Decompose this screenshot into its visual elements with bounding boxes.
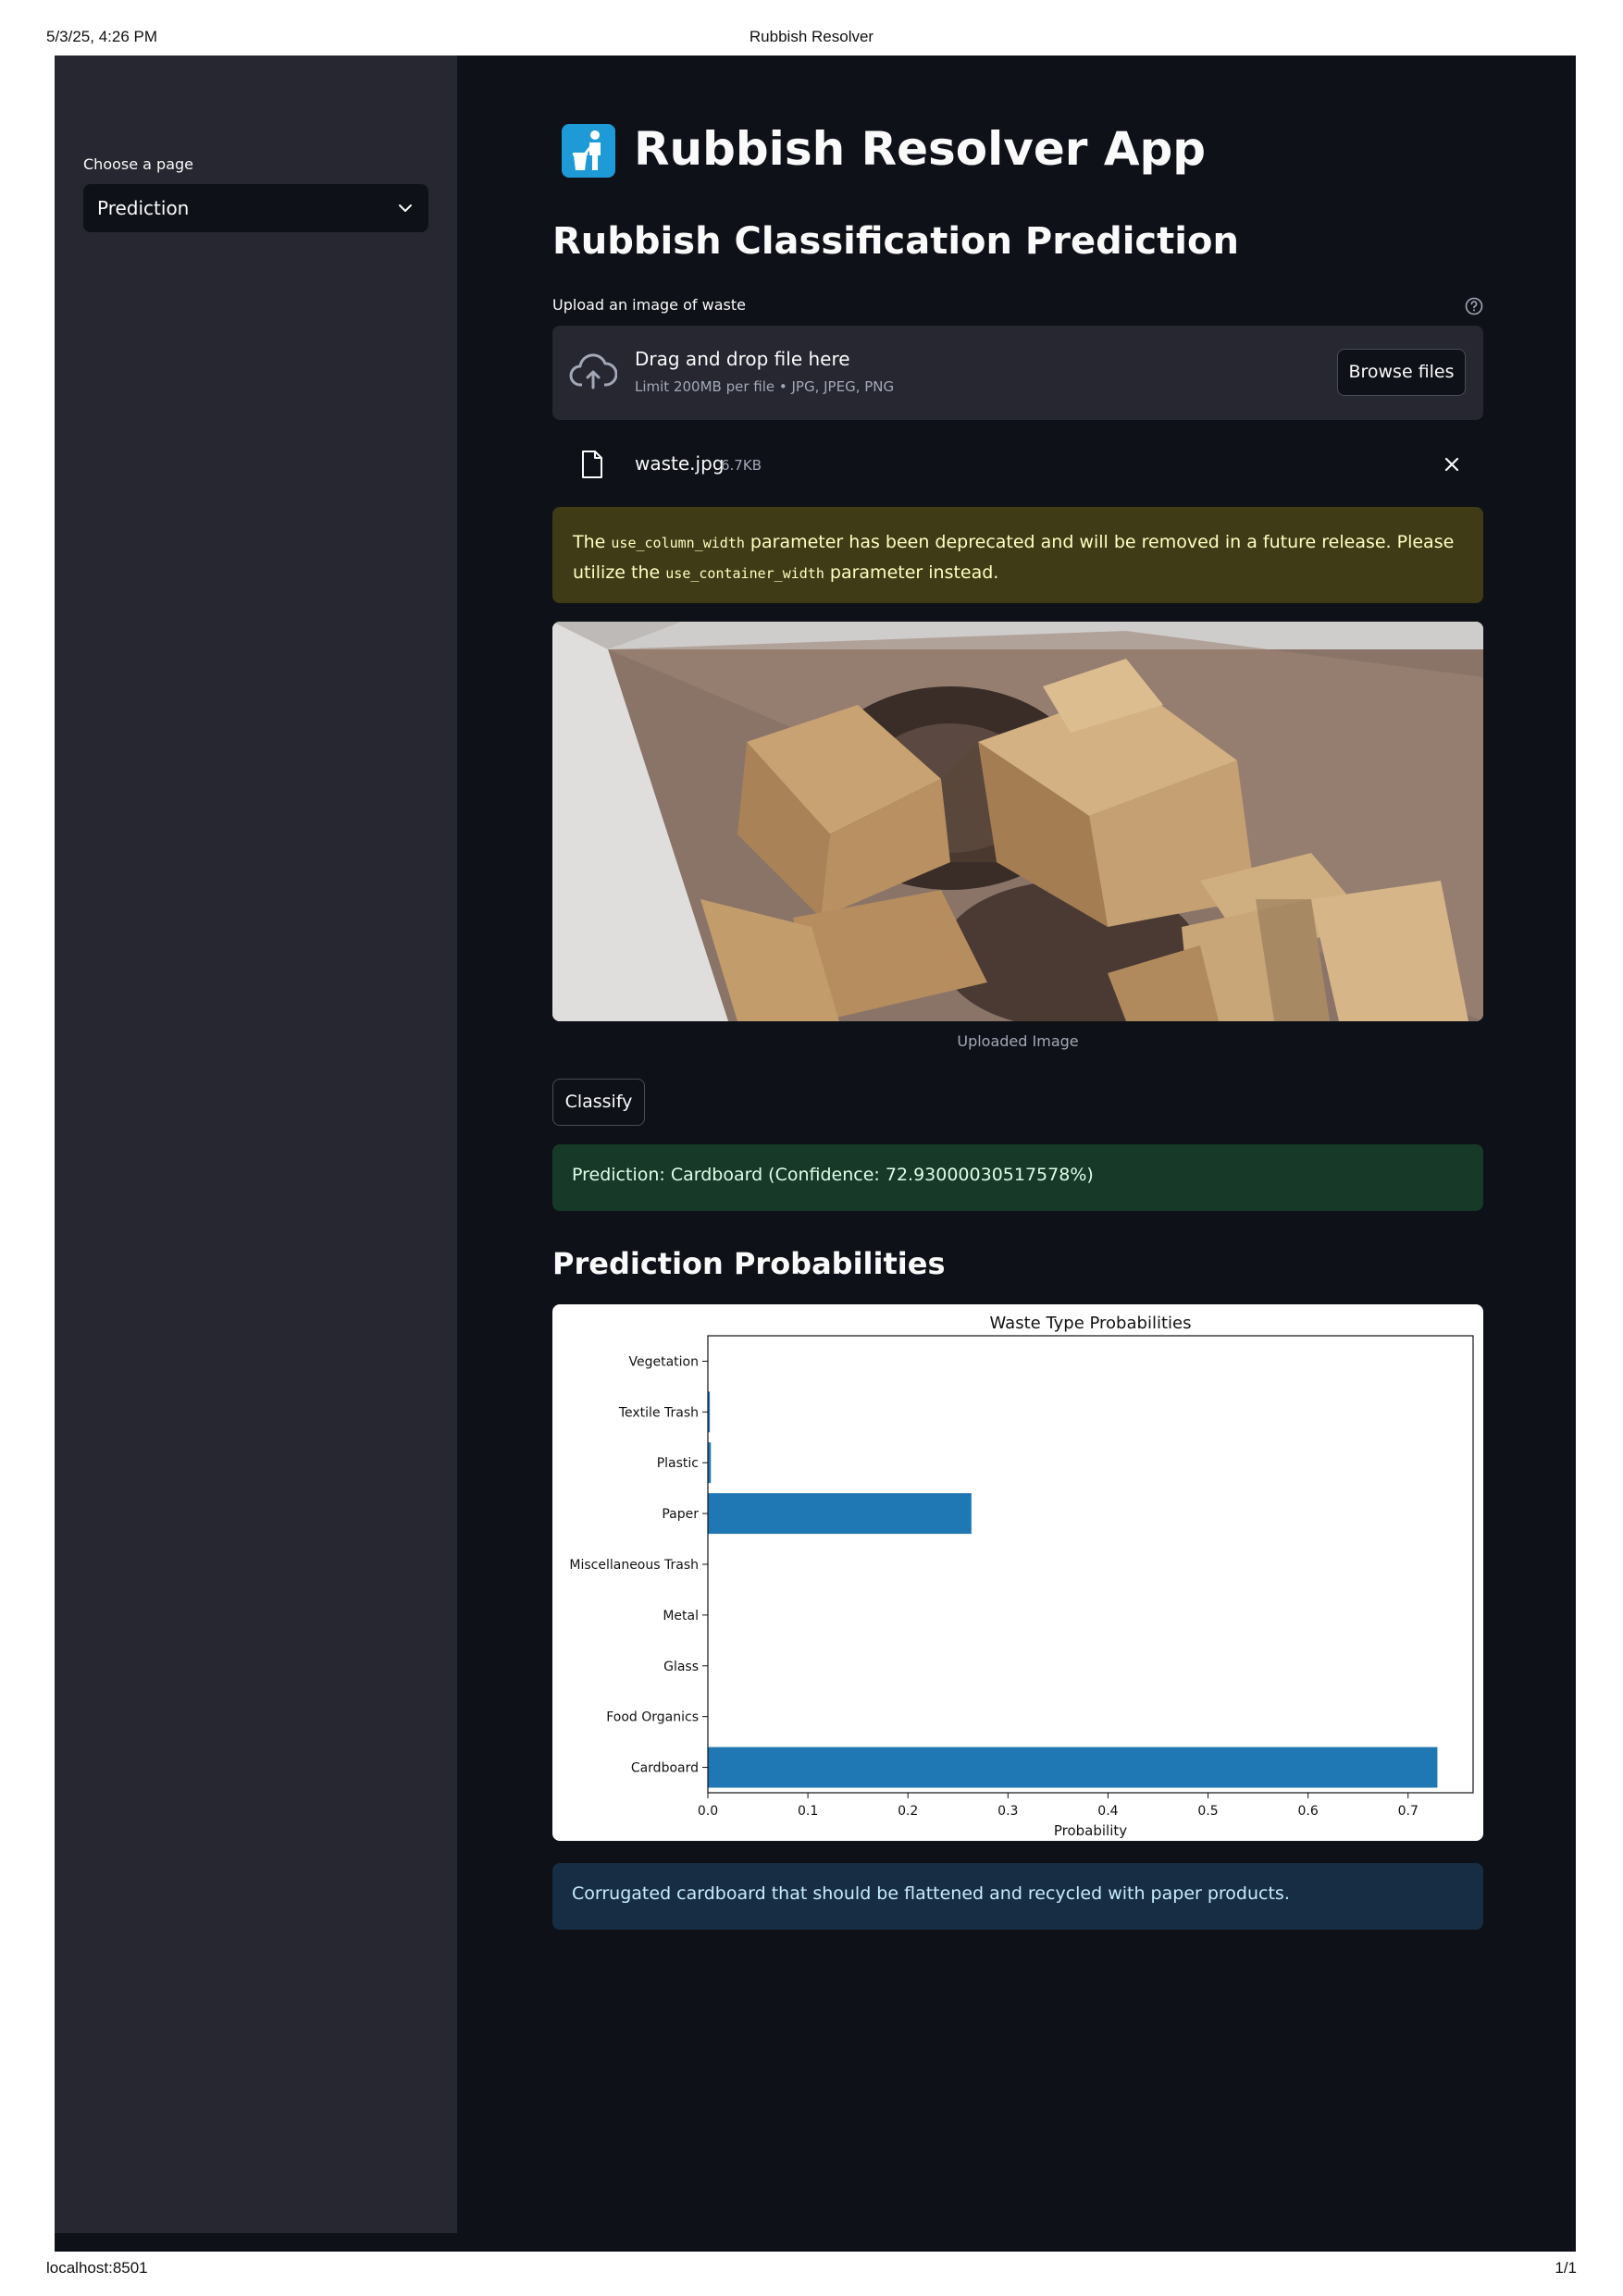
- y-tick-label: Cardboard: [631, 1761, 699, 1776]
- x-tick-label: 0.2: [898, 1804, 918, 1819]
- help-icon[interactable]: [1464, 296, 1484, 316]
- uploaded-file-row: waste.jpg 6.7KB: [552, 438, 1483, 490]
- dropzone-limit-text: Limit 200MB per file • JPG, JPEG, PNG: [635, 378, 895, 395]
- y-tick-label: Paper: [662, 1507, 699, 1522]
- probability-chart-svg: Waste Type Probabilities Cardboard Food Or…: [569, 1314, 1474, 1839]
- page-select[interactable]: Prediction: [83, 184, 428, 232]
- y-tick-label: Glass: [663, 1660, 699, 1674]
- print-url: localhost:8501: [46, 2259, 148, 2277]
- app-title: Rubbish Resolver App: [634, 122, 1207, 176]
- y-tick-label: Vegetation: [629, 1354, 700, 1369]
- x-axis-label: Probability: [1054, 1822, 1127, 1839]
- probability-chart: Waste Type Probabilities Cardboard Food Or…: [552, 1304, 1483, 1841]
- app-window: Choose a page Prediction Rubbish Resolve…: [55, 56, 1576, 2252]
- code-use-column-width: use_column_width: [611, 535, 745, 551]
- uploaded-file-size: 6.7KB: [721, 457, 762, 474]
- code-use-container-width: use_container_width: [665, 565, 824, 582]
- image-caption: Uploaded Image: [957, 1032, 1079, 1050]
- y-tick-label: Plastic: [657, 1456, 699, 1471]
- print-page-number: 1/1: [1555, 2259, 1577, 2277]
- plot-frame: [707, 1335, 1474, 1794]
- cloud-upload-icon: [569, 353, 617, 389]
- page-select-value: Prediction: [97, 197, 190, 219]
- browse-files-button[interactable]: Browse files: [1337, 349, 1466, 396]
- uploaded-image: [552, 622, 1483, 1021]
- x-tick-label: 0.4: [1097, 1804, 1118, 1819]
- app-title-row: Rubbish Resolver App: [562, 120, 1394, 179]
- dropzone-instructions: Drag and drop file here: [635, 348, 850, 370]
- x-tick-label: 0.7: [1398, 1804, 1419, 1819]
- x-tick-label: 0.5: [1197, 1804, 1218, 1819]
- chart-bar: [708, 1493, 972, 1535]
- uploaded-file-name: waste.jpg: [635, 452, 725, 475]
- uploader-label: Upload an image of waste: [552, 296, 746, 314]
- page-subtitle: Rubbish Classification Prediction: [552, 220, 1239, 263]
- classify-button[interactable]: Classify: [552, 1079, 645, 1126]
- close-icon[interactable]: [1443, 455, 1461, 474]
- classification-info: Corrugated cardboard that should be flat…: [552, 1863, 1483, 1930]
- x-tick-label: 0.1: [798, 1804, 818, 1819]
- print-header: 5/3/25, 4:26 PM Rubbish Resolver: [46, 28, 1577, 50]
- page-select-label: Choose a page: [83, 155, 194, 173]
- x-tick-label: 0.0: [698, 1804, 718, 1819]
- deprecation-warning: The use_column_width parameter has been …: [552, 507, 1483, 603]
- x-tick-label: 0.6: [1297, 1804, 1318, 1819]
- x-tick-label: 0.3: [997, 1804, 1018, 1819]
- y-tick-label: Food Organics: [606, 1710, 699, 1725]
- print-footer: localhost:8501 1/1: [46, 2259, 1577, 2281]
- y-tick-label: Textile Trash: [618, 1405, 699, 1420]
- y-tick-label: Miscellaneous Trash: [569, 1558, 699, 1573]
- chart-bar: [708, 1747, 1438, 1788]
- probabilities-heading: Prediction Probabilities: [552, 1246, 946, 1281]
- sidebar: Choose a page Prediction: [55, 56, 457, 2233]
- file-icon: [582, 451, 602, 478]
- chart-title: Waste Type Probabilities: [990, 1314, 1192, 1333]
- put-litter-in-bin-icon: [562, 124, 615, 178]
- y-tick-label: Metal: [663, 1609, 699, 1623]
- chevron-down-icon: [399, 204, 412, 212]
- file-dropzone[interactable]: Drag and drop file here Limit 200MB per …: [552, 326, 1483, 420]
- prediction-alert: Prediction: Cardboard (Confidence: 72.93…: [552, 1144, 1483, 1211]
- print-doc-title: Rubbish Resolver: [749, 28, 874, 45]
